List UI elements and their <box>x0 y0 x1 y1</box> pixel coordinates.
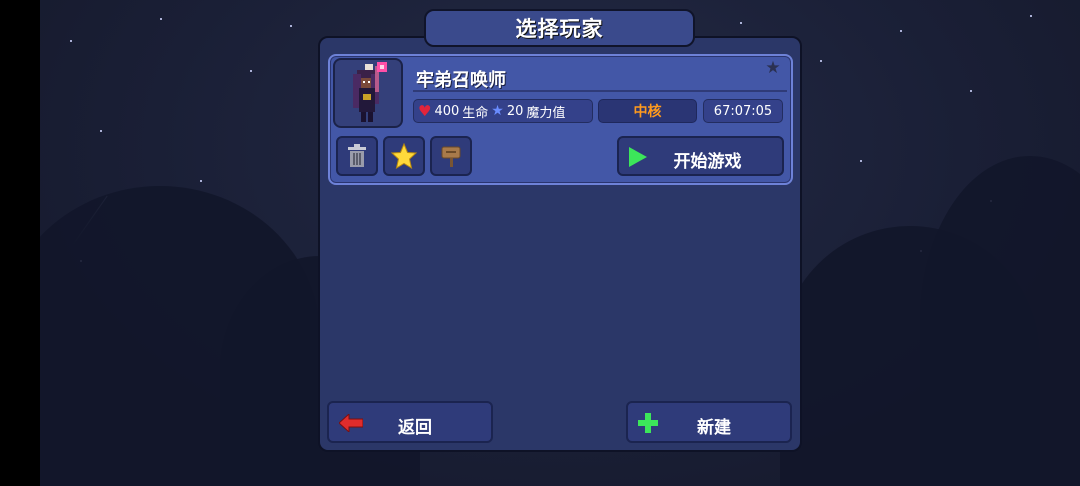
mana-star-icon: ★ <box>491 103 504 119</box>
character-avatar <box>333 58 403 128</box>
rename-button[interactable] <box>430 136 472 176</box>
play-button[interactable]: 开始游戏 <box>617 136 784 176</box>
mana-label: 魔力值 <box>526 105 566 121</box>
new-character-button[interactable]: 新建 <box>626 401 792 443</box>
sign-icon <box>441 146 461 167</box>
favorite-star-icon[interactable]: ★ <box>764 59 782 77</box>
life-label: 生命 <box>462 105 489 121</box>
new-button-label: 新建 <box>697 418 731 438</box>
character-stats: ♥ 400 生命 ★ 20 魔力值 <box>413 99 593 123</box>
back-button[interactable]: 返回 <box>327 401 493 443</box>
play-button-label: 开始游戏 <box>673 152 742 172</box>
delete-button[interactable] <box>336 136 378 176</box>
page-title: 选择玩家 <box>424 9 695 47</box>
difficulty-badge: 中核 <box>598 99 697 123</box>
back-button-label: 返回 <box>398 418 432 438</box>
character-name: 牢弟召唤师 <box>416 70 506 91</box>
playtime-display: 67:07:05 <box>703 99 783 123</box>
heart-icon: ♥ <box>418 102 432 120</box>
character-portrait-icon <box>353 62 387 122</box>
life-value: 400 <box>434 103 460 119</box>
trash-icon <box>348 144 366 167</box>
favorite-button[interactable] <box>383 136 425 176</box>
mana-value: 20 <box>506 103 524 119</box>
divider <box>413 90 787 92</box>
star-icon <box>391 143 417 169</box>
